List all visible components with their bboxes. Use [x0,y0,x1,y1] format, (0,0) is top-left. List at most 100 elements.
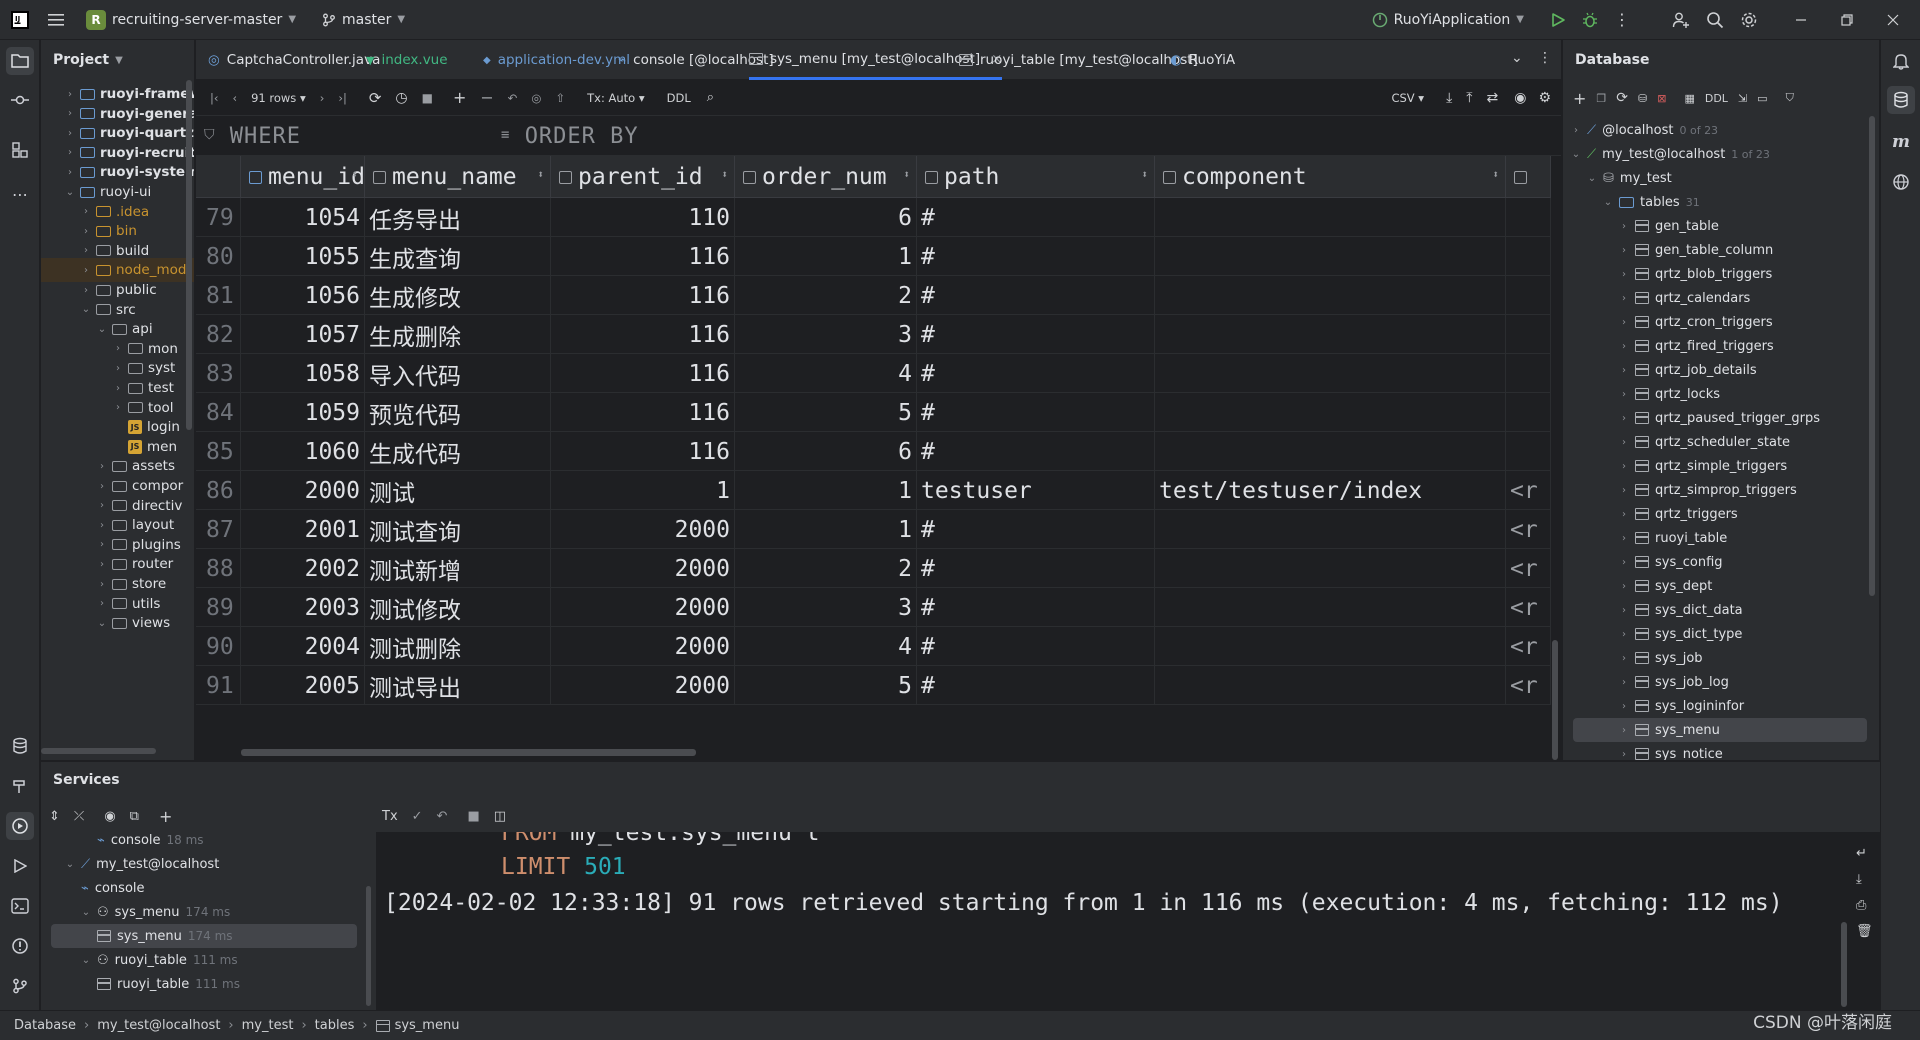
more-tools-button[interactable]: ⋯ [6,180,34,208]
cell-extra[interactable] [1506,276,1551,315]
tab-application-dev[interactable]: ◆ application-dev.yml [483,40,630,80]
query-console-output[interactable]: FROM my_test.sys_menu t LIMIT 501 [2024-… [376,832,1880,1011]
debug-button[interactable] [1574,5,1606,35]
cell-path[interactable]: # [917,588,1155,627]
cell-menu-name[interactable]: 测试查询 [365,510,551,549]
chevron-right-icon[interactable]: › [1619,629,1629,640]
grid-horizontal-scrollbar[interactable] [241,749,696,756]
chevron-right-icon[interactable]: › [65,128,75,139]
chevron-right-icon[interactable]: › [1619,269,1629,280]
chevron-right-icon[interactable]: › [1619,509,1629,520]
cell-parent-id[interactable]: 2000 [551,666,735,705]
services-tool-button[interactable] [6,812,34,840]
chevron-right-icon[interactable]: › [113,383,123,394]
git-tool-button[interactable] [6,972,34,1000]
cell-menu-name[interactable]: 生成修改 [365,276,551,315]
table-item-sys-dict-data[interactable]: › sys_dict_data [1619,598,1743,622]
chevron-right-icon[interactable]: › [1619,389,1629,400]
table-item-qrtz-simple-triggers[interactable]: › qrtz_simple_triggers [1619,454,1787,478]
view-icon[interactable]: ◉ [1514,90,1526,106]
tx-label[interactable]: Tx [382,809,398,824]
chevron-right-icon[interactable]: › [1619,461,1629,472]
chevron-right-icon[interactable]: › [1619,293,1629,304]
cell-menu-id[interactable]: 1057 [241,315,365,354]
submit-icon[interactable]: ⇧ [555,91,565,105]
cell-extra[interactable]: <r [1506,666,1551,705]
chevron-right-icon[interactable]: › [1619,557,1629,568]
filter-icon[interactable]: ⛉ [1786,91,1794,105]
table-item-sys-notice[interactable]: › sys_notice [1619,742,1723,760]
cell-component[interactable] [1155,549,1506,588]
chevron-right-icon[interactable]: › [97,539,107,550]
ddl-button[interactable]: DDL [1705,92,1728,105]
where-filter[interactable]: ⛉ WHERE [204,124,301,149]
chevron-right-icon[interactable]: › [1619,701,1629,712]
table-item-qrtz-triggers[interactable]: › qrtz_triggers [1619,502,1738,526]
cell-order-num[interactable]: 3 [735,588,917,627]
cell-order-num[interactable]: 2 [735,276,917,315]
project-panel-header[interactable]: Project ▼ [41,40,194,80]
chevron-right-icon[interactable]: › [1619,533,1629,544]
chevron-right-icon[interactable]: › [1619,413,1629,424]
expand-all-icon[interactable]: ⇕ [49,809,60,824]
table-row[interactable]: 91 2005 测试导出 2000 5 # <r [196,666,1551,705]
table-row[interactable]: 83 1058 导入代码 116 4 # [196,354,1551,393]
tab-index[interactable]: ▼ index.vue [366,40,448,80]
cell-extra[interactable] [1506,354,1551,393]
table-row[interactable]: 88 2002 测试新增 2000 2 # <r [196,549,1551,588]
table-row[interactable]: 82 1057 生成删除 116 3 # [196,315,1551,354]
branch-switcher[interactable]: master ▼ [314,5,413,35]
tables-folder[interactable]: ⌄ tables 31 [1603,190,1700,214]
cell-path[interactable]: # [917,237,1155,276]
chevron-right-icon[interactable]: › [97,500,107,511]
chevron-right-icon[interactable]: › [97,520,107,531]
chevron-right-icon[interactable]: › [1619,581,1629,592]
cell-menu-id[interactable]: 2001 [241,510,365,549]
cell-menu-id[interactable]: 1056 [241,276,365,315]
notifications-button[interactable] [1887,47,1915,75]
sort-toggle-icon[interactable]: ⬍ [721,168,728,181]
service-node[interactable]: ⌁ console [81,876,145,900]
cell-parent-id[interactable]: 116 [551,237,735,276]
cell-order-num[interactable]: 5 [735,666,917,705]
cell-extra[interactable] [1506,432,1551,471]
cell-menu-name[interactable]: 预览代码 [365,393,551,432]
chevron-right-icon[interactable]: › [1619,653,1629,664]
close-window-button[interactable] [1870,0,1916,40]
chevron-right-icon[interactable]: › [97,598,107,609]
table-item-qrtz-scheduler-state[interactable]: › qrtz_scheduler_state [1619,430,1790,454]
cell-path[interactable]: testuser [917,471,1155,510]
chevron-right-icon[interactable]: › [65,167,75,178]
sort-toggle-icon[interactable]: ⬍ [351,168,358,181]
order-by-filter[interactable]: ≡ ORDER BY [501,124,639,149]
column-header-menu-id[interactable]: menu_id ⬍ [241,156,365,198]
chevron-right-icon[interactable]: › [1619,365,1629,376]
cell-menu-id[interactable]: 2004 [241,627,365,666]
cell-path[interactable]: # [917,549,1155,588]
cell-parent-id[interactable]: 116 [551,276,735,315]
chevron-right-icon[interactable]: › [97,461,107,472]
cell-menu-id[interactable]: 2000 [241,471,365,510]
column-header-path[interactable]: path ⬍ [917,156,1155,198]
commit-tool-button[interactable] [6,86,34,114]
chevron-down-icon[interactable]: ⌄ [81,304,91,315]
chevron-right-icon[interactable]: › [1619,725,1629,736]
cell-path[interactable]: # [917,354,1155,393]
main-menu-button[interactable] [40,5,72,35]
revert-icon[interactable]: ↶ [508,91,518,105]
chevron-right-icon[interactable]: › [65,147,75,158]
chevron-right-icon[interactable]: › [81,265,91,276]
chevron-right-icon[interactable]: › [1619,341,1629,352]
cell-menu-id[interactable]: 1054 [241,198,365,237]
cell-menu-id[interactable]: 2005 [241,666,365,705]
rollback-icon[interactable]: ↶ [437,809,448,824]
cell-component[interactable] [1155,237,1506,276]
stop-icon[interactable]: ■ [467,809,479,824]
service-node[interactable]: ⌄ ⚇ sys_menu 174 ms [81,900,230,924]
breadcrumb-item[interactable]: my_test@localhost [97,1018,220,1033]
copy-icon[interactable]: ❐ [1596,92,1606,105]
tab-ruoyia[interactable]: ◐ RuoYiA [1170,40,1235,80]
chevron-right-icon[interactable]: › [81,226,91,237]
history-icon[interactable]: ◷ [395,90,407,106]
database-scrollbar[interactable] [1869,116,1875,596]
